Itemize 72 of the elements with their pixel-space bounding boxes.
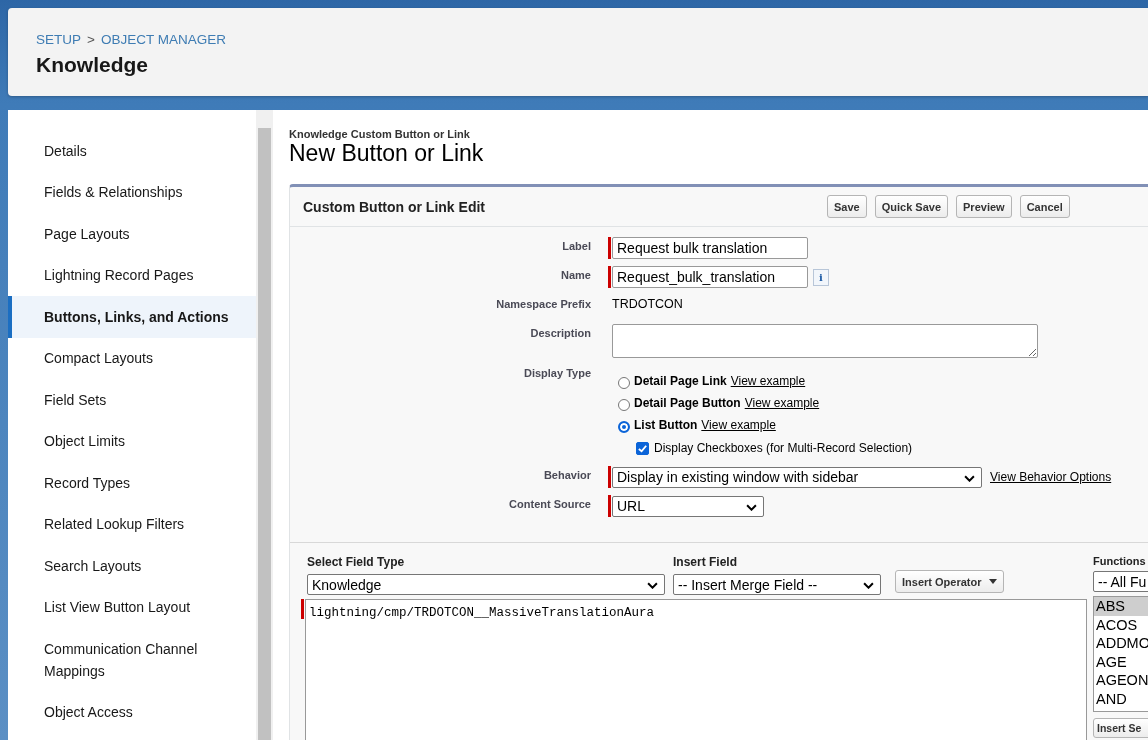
functions-label: Functions — [1093, 555, 1147, 567]
name-input[interactable]: Request_bulk_translation — [612, 266, 808, 288]
checkbox[interactable] — [636, 441, 649, 455]
sidebar-item[interactable]: Object Limits — [8, 420, 256, 462]
function-item[interactable]: ABS — [1094, 597, 1148, 616]
info-icon[interactable]: i — [813, 268, 829, 286]
sidebar-item[interactable]: Fields & Relationships — [8, 171, 256, 213]
sidebar-item[interactable]: Page Layouts — [8, 213, 256, 255]
panel-button[interactable]: Quick Save — [874, 195, 949, 218]
view-example-link[interactable]: View example — [730, 374, 806, 388]
functions-select[interactable]: -- All Fu — [1093, 571, 1148, 592]
view-behavior-link[interactable]: View Behavior Options — [990, 470, 1112, 484]
panel-button[interactable]: Cancel — [1019, 195, 1070, 218]
sidebar-item[interactable]: Compact Layouts — [8, 337, 256, 379]
breadcrumb-separator: > — [87, 32, 95, 47]
object-title: Knowledge — [36, 53, 149, 77]
field-label: Behavior — [542, 468, 592, 481]
merge-field-select[interactable]: -- Insert Merge Field -- — [673, 574, 881, 595]
radio-button[interactable] — [618, 377, 630, 389]
field-type-select[interactable]: Knowledge — [307, 574, 665, 595]
sidebar-item[interactable]: Communication Channel Mappings — [8, 628, 256, 691]
field-type-label: Select Field Type — [307, 555, 406, 569]
radio-button[interactable] — [618, 399, 630, 411]
insert-operator-button[interactable]: Insert Operator — [895, 570, 1005, 593]
sidebar-item[interactable]: Lightning Record Pages — [8, 254, 256, 296]
insert-selected-button[interactable]: Insert Se — [1093, 718, 1148, 738]
field-label: Name — [560, 268, 592, 281]
chevron-down-icon — [964, 474, 975, 482]
sidebar-item[interactable]: Object Access — [8, 691, 256, 733]
radio-label: Detail Page Link — [634, 374, 727, 388]
namespace-value: TRDOTCON — [611, 296, 683, 311]
radio-label: List Button — [634, 418, 698, 432]
panel-title: Custom Button or Link Edit — [303, 198, 486, 215]
sidebar-item[interactable]: Buttons, Links, and Actions — [8, 296, 256, 338]
sidebar-item[interactable]: Field Sets — [8, 379, 256, 421]
chevron-down-icon — [647, 582, 658, 589]
description-field[interactable] — [612, 324, 1038, 358]
chevron-down-icon — [863, 582, 874, 589]
checkbox-label: Display Checkboxes (for Multi-Record Selection) — [654, 441, 913, 455]
behavior-select[interactable]: Display in existing window with sidebar — [612, 466, 982, 488]
sidebar-item[interactable]: Details — [8, 130, 256, 172]
panel-button[interactable]: Save — [827, 195, 867, 218]
field-label: Label — [561, 239, 592, 252]
view-example-link[interactable]: View example — [744, 396, 820, 410]
breadcrumb-link[interactable]: SETUP — [36, 32, 81, 47]
radio-label: Detail Page Button — [634, 396, 741, 410]
sidebar-item[interactable]: Search Layouts — [8, 545, 256, 587]
formula-text: lightning/cmp/TRDOTCON__MassiveTranslationAura — [309, 606, 655, 620]
sidebar-item[interactable]: List View Button Layout — [8, 586, 256, 628]
caret-icon — [989, 579, 998, 584]
function-item[interactable]: AGEON — [1094, 671, 1148, 690]
field-label: Content Source — [508, 497, 592, 510]
chevron-down-icon — [746, 503, 757, 511]
function-item[interactable]: ACOS — [1094, 615, 1148, 634]
field-label: Namespace Prefix — [495, 297, 592, 310]
formula-editor[interactable]: lightning/cmp/TRDOTCON__MassiveTranslationAura — [305, 599, 1087, 740]
label-input[interactable]: Request bulk translation — [612, 237, 808, 259]
sidebar-item[interactable]: Record Types — [8, 462, 256, 504]
sidebar-item[interactable]: Related Lookup Filters — [8, 503, 256, 545]
page-title: New Button or Link — [289, 140, 485, 166]
radio-button[interactable] — [618, 421, 630, 433]
scrollbar[interactable] — [256, 110, 273, 740]
function-item[interactable]: AND — [1094, 689, 1148, 708]
panel-button[interactable]: Preview — [956, 195, 1012, 218]
page-subtitle: Knowledge Custom Button or Link — [289, 128, 471, 140]
breadcrumb-link[interactable]: OBJECT MANAGER — [100, 32, 226, 47]
field-label: Display Type — [522, 366, 592, 379]
function-item[interactable]: AGE — [1094, 652, 1148, 671]
content-source-select[interactable]: URL — [612, 495, 764, 517]
insert-field-label: Insert Field — [673, 555, 738, 569]
field-label: Description — [529, 326, 592, 339]
view-example-link[interactable]: View example — [701, 418, 776, 432]
